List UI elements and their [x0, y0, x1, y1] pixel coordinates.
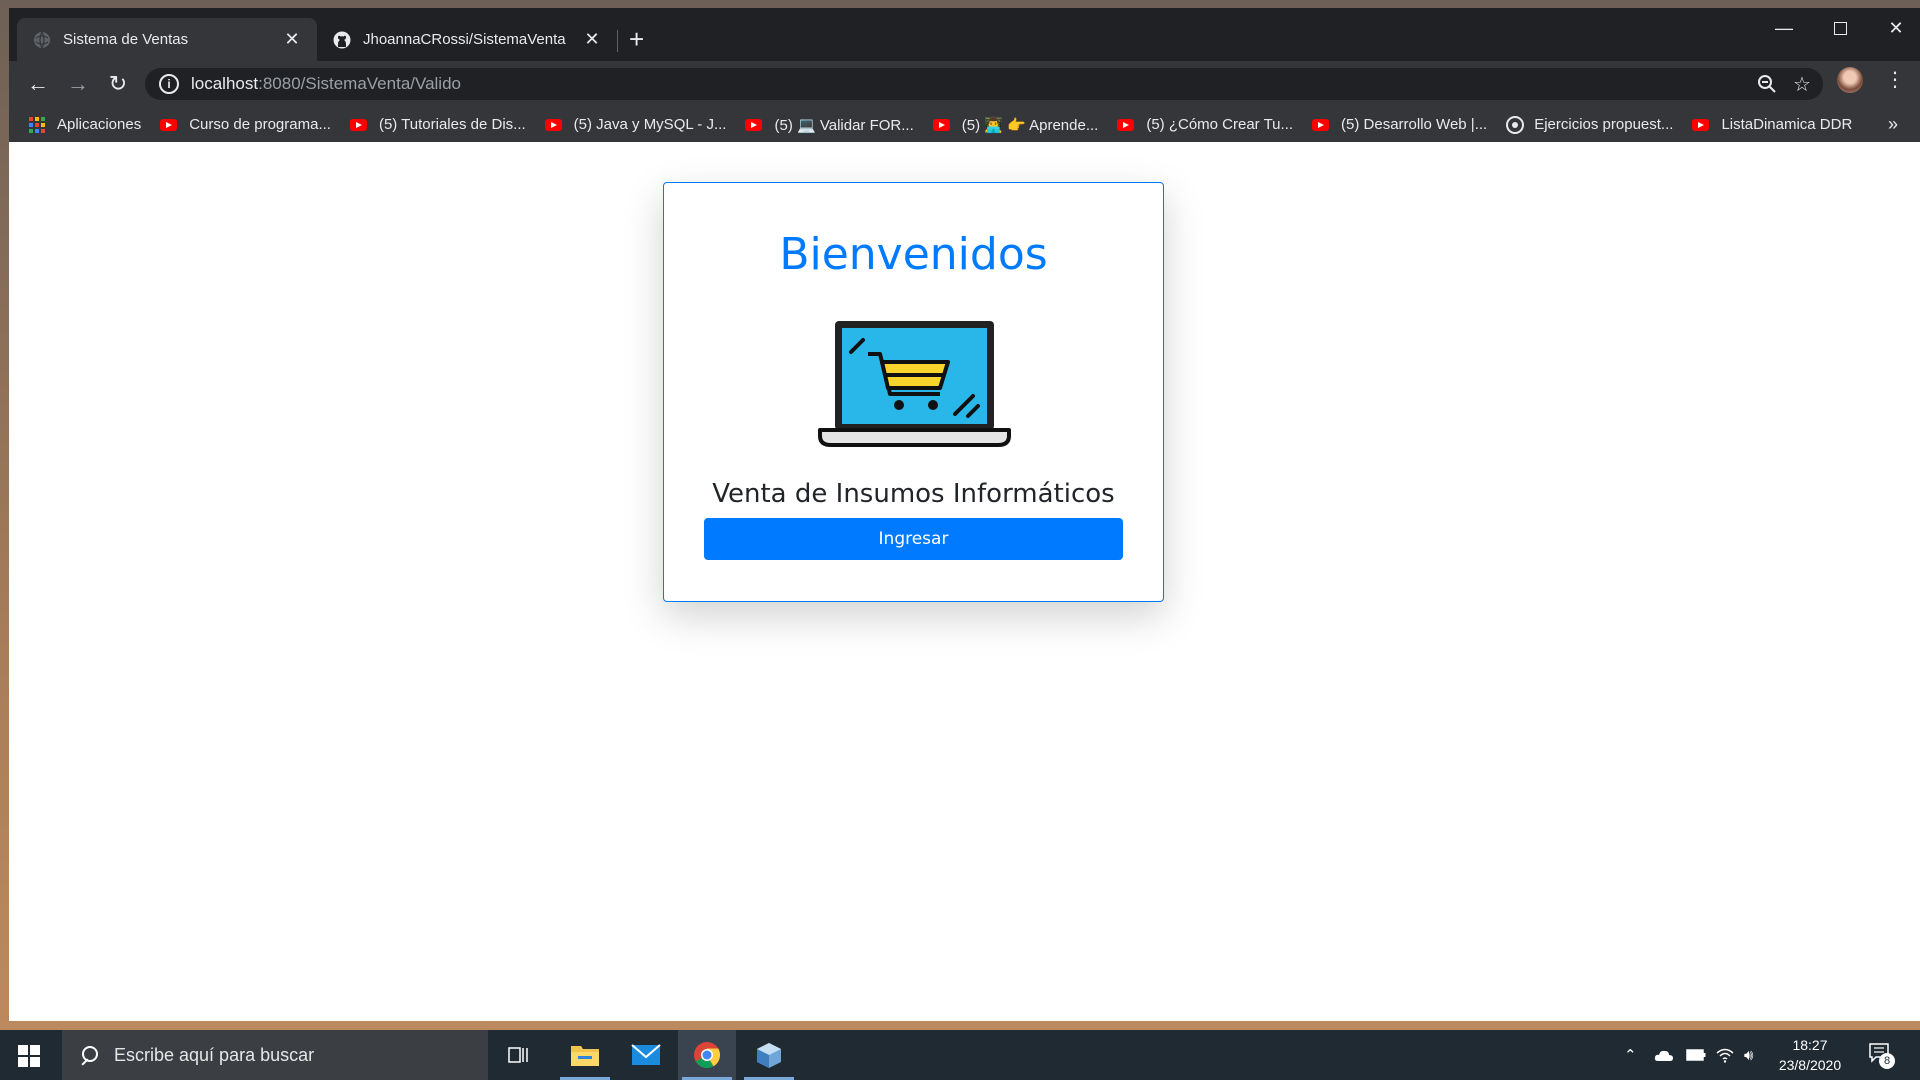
- bookmark-item[interactable]: (5) Desarrollo Web |...: [1312, 116, 1487, 133]
- close-tab-icon[interactable]: ✕: [283, 29, 301, 50]
- bookmark-label: (5) Tutoriales de Dis...: [378, 116, 526, 133]
- back-icon[interactable]: ←: [25, 71, 51, 97]
- bookmark-label: (5) 💻 Validar FOR...: [774, 116, 914, 134]
- bookmark-item[interactable]: (5) ¿Cómo Crear Tu...: [1117, 116, 1293, 133]
- wifi-icon[interactable]: [1716, 1030, 1734, 1080]
- bookmark-label: Aplicaciones: [57, 116, 142, 133]
- site-info-icon[interactable]: i: [159, 74, 179, 94]
- battery-icon[interactable]: [1686, 1030, 1706, 1080]
- bookmark-label: (5) 👨‍💻 👉 Aprende...: [961, 116, 1099, 134]
- bookmark-label: (5) ¿Cómo Crear Tu...: [1146, 116, 1294, 133]
- search-icon: [80, 1046, 98, 1064]
- page-title: Bienvenidos: [779, 229, 1048, 280]
- tab-sistema-ventas[interactable]: Sistema de Ventas ✕: [17, 18, 317, 61]
- youtube-icon: [932, 118, 950, 131]
- virtualbox-icon[interactable]: [740, 1030, 798, 1080]
- close-window-icon[interactable]: ✕: [1868, 8, 1920, 48]
- youtube-icon: [160, 118, 178, 131]
- youtube-icon: [1312, 118, 1330, 131]
- bookmark-item[interactable]: (5) 💻 Validar FOR...: [745, 116, 914, 134]
- bookmark-label: ListaDinamica DDR: [1721, 116, 1853, 133]
- bookmark-star-icon[interactable]: ☆: [1793, 68, 1811, 100]
- youtube-icon: [544, 118, 562, 131]
- bookmarks-bar: Aplicaciones Curso de programa... (5) Tu…: [9, 107, 1920, 142]
- bookmark-item[interactable]: ListaDinamica DDR: [1692, 116, 1852, 133]
- maximize-icon[interactable]: [1812, 8, 1868, 48]
- clock-time: 18:27: [1792, 1037, 1828, 1053]
- chrome-icon[interactable]: [678, 1030, 736, 1080]
- tab-github[interactable]: JhoannaCRossi/SistemaVenta ✕: [317, 18, 617, 61]
- github-icon: [333, 31, 351, 49]
- bookmark-item[interactable]: Curso de programa...: [160, 116, 331, 133]
- bookmark-apps[interactable]: Aplicaciones: [29, 116, 141, 133]
- youtube-icon: [745, 118, 763, 131]
- close-tab-icon[interactable]: ✕: [583, 29, 601, 50]
- welcome-card: Bienvenidos Venta de Insumos Informático…: [663, 182, 1164, 602]
- profile-avatar[interactable]: [1837, 67, 1863, 93]
- bookmark-label: Ejercicios propuest...: [1534, 116, 1674, 133]
- globe-icon: [33, 31, 51, 49]
- mail-icon[interactable]: [617, 1030, 675, 1080]
- taskbar-search[interactable]: Escribe aquí para buscar: [62, 1030, 488, 1080]
- reload-icon[interactable]: ↻: [105, 71, 131, 97]
- apps-grid-icon: [29, 116, 45, 133]
- eye-icon: [1506, 115, 1525, 134]
- bookmark-item[interactable]: (5) Java y MySQL - J...: [544, 116, 727, 133]
- windows-start-icon[interactable]: [18, 1045, 40, 1067]
- url-path: :8080/SistemaVenta/Valido: [258, 74, 461, 93]
- notification-count-badge: 8: [1879, 1053, 1895, 1069]
- youtube-icon: [349, 118, 367, 131]
- search-placeholder: Escribe aquí para buscar: [114, 1044, 315, 1065]
- bookmark-label: Curso de programa...: [189, 116, 331, 133]
- system-clock[interactable]: 18:27 23/8/2020: [1770, 1035, 1850, 1075]
- youtube-icon: [1117, 118, 1135, 131]
- address-bar[interactable]: i localhost:8080/SistemaVenta/Valido: [145, 68, 1823, 100]
- bookmark-label: (5) Desarrollo Web |...: [1341, 116, 1488, 133]
- bookmark-item[interactable]: (5) 👨‍💻 👉 Aprende...: [932, 116, 1099, 134]
- task-view-icon[interactable]: [490, 1030, 548, 1080]
- tab-title: Sistema de Ventas: [63, 31, 189, 48]
- new-tab-icon[interactable]: +: [629, 26, 644, 52]
- volume-icon[interactable]: 🔊︎: [1744, 1030, 1753, 1080]
- taskbar: Escribe aquí para buscar ⌃ 🔊︎ 18:27 23/8…: [0, 1030, 1920, 1080]
- bookmark-label: (5) Java y MySQL - J...: [573, 116, 727, 133]
- laptop-cart-icon: [818, 321, 1011, 447]
- page-subtitle: Venta de Insumos Informáticos: [712, 479, 1115, 509]
- ingresar-button[interactable]: Ingresar: [704, 518, 1123, 560]
- browser-window: Sistema de Ventas ✕ JhoannaCRossi/Sistem…: [9, 8, 1920, 1021]
- clock-date: 23/8/2020: [1778, 1057, 1842, 1073]
- browser-toolbar: ← → ↻ i localhost:8080/SistemaVenta/Vali…: [9, 61, 1920, 107]
- onedrive-icon[interactable]: [1654, 1030, 1674, 1080]
- more-bookmarks-icon[interactable]: »: [1888, 107, 1898, 142]
- minimize-icon[interactable]: —: [1756, 8, 1812, 48]
- youtube-icon: [1692, 118, 1710, 131]
- browser-menu-icon[interactable]: ⋮: [1885, 66, 1905, 94]
- url-host: localhost: [191, 74, 259, 93]
- tab-strip: Sistema de Ventas ✕ JhoannaCRossi/Sistem…: [9, 8, 1920, 61]
- zoom-icon[interactable]: [1757, 68, 1777, 100]
- bookmark-item[interactable]: Ejercicios propuest...: [1506, 115, 1674, 134]
- tab-title: JhoannaCRossi/SistemaVenta: [363, 31, 566, 48]
- tab-separator: [617, 30, 618, 52]
- bookmark-item[interactable]: (5) Tutoriales de Dis...: [349, 116, 526, 133]
- tray-chevron-icon[interactable]: ⌃: [1624, 1030, 1637, 1080]
- forward-icon[interactable]: →: [65, 71, 91, 97]
- page-content: Bienvenidos Venta de Insumos Informático…: [9, 142, 1920, 1021]
- notification-center-icon[interactable]: 8: [1868, 1042, 1895, 1069]
- file-explorer-icon[interactable]: [556, 1030, 614, 1080]
